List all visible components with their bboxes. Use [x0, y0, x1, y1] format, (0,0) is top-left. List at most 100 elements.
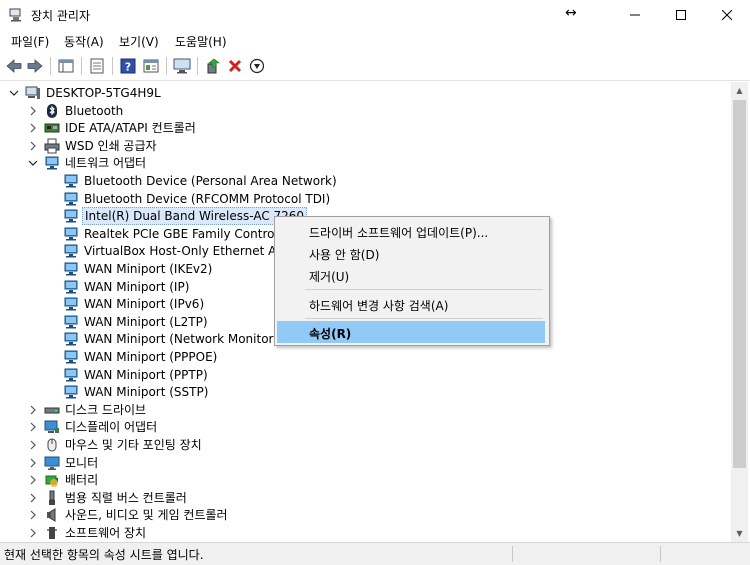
- uninstall-icon: [228, 59, 242, 73]
- help-icon: ?: [120, 58, 136, 74]
- tree-item-label: WSD 인쇄 공급자: [65, 138, 157, 153]
- network-adapter-icon: [63, 349, 79, 365]
- properties-pane-button[interactable]: [57, 57, 75, 75]
- update-driver-button[interactable]: [204, 57, 222, 75]
- details-button[interactable]: [142, 57, 160, 75]
- tree-category[interactable]: 범용 직렬 버스 컨트롤러: [1, 489, 729, 507]
- uninstall-button[interactable]: [226, 57, 244, 75]
- menu-view[interactable]: 보기(V): [119, 33, 159, 50]
- device-manager-icon: [9, 8, 21, 22]
- ctx-disable[interactable]: 사용 안 함(D): [277, 242, 545, 264]
- chevron-right-icon[interactable]: [28, 404, 38, 415]
- speaker-icon: [44, 507, 60, 523]
- tree-item-label: WAN Miniport (L2TP): [84, 314, 208, 329]
- tree-category[interactable]: 디스크 드라이브: [1, 401, 729, 419]
- tree-category[interactable]: 소프트웨어 장치: [1, 524, 729, 542]
- scroll-thumb[interactable]: [733, 100, 746, 468]
- help-button[interactable]: ?: [119, 57, 137, 75]
- close-icon: [722, 10, 732, 20]
- title-bar[interactable]: 장치 관리자 ↔: [0, 0, 750, 30]
- tree-category[interactable]: 모니터: [1, 454, 729, 472]
- chevron-right-icon[interactable]: [28, 527, 38, 538]
- back-icon: [6, 59, 22, 73]
- network-adapter-icon: [63, 314, 79, 330]
- context-menu: 드라이버 소프트웨어 업데이트(P)... 사용 안 함(D) 제거(U) 하드…: [274, 216, 550, 346]
- resize-icon: ↔: [565, 5, 577, 21]
- tree-item-label: WAN Miniport (Network Monitor): [84, 332, 279, 347]
- menu-file[interactable]: 파일(F): [11, 33, 49, 50]
- network-adapter-icon: [63, 173, 79, 189]
- tree-item-label: WAN Miniport (PPTP): [84, 367, 208, 382]
- ctx-uninstall[interactable]: 제거(U): [277, 264, 545, 286]
- chevron-right-icon[interactable]: [28, 509, 38, 520]
- scroll-down-icon[interactable]: ▼: [731, 525, 748, 542]
- tree-item-label: VirtualBox Host-Only Ethernet Adap: [84, 244, 299, 259]
- properties-pane-icon: [58, 59, 74, 73]
- minimize-icon: [630, 14, 640, 16]
- tree-item-label: 네트워크 어댑터: [65, 156, 147, 171]
- scroll-up-icon[interactable]: ▲: [731, 82, 748, 99]
- chevron-right-icon[interactable]: [28, 474, 38, 485]
- network-adapter-icon: [63, 331, 79, 347]
- tree-item-label: WAN Miniport (SSTP): [84, 385, 209, 400]
- network-adapter-item[interactable]: WAN Miniport (PPPOE): [1, 348, 729, 366]
- network-adapter-item[interactable]: WAN Miniport (PPTP): [1, 366, 729, 384]
- printer-icon: [44, 138, 60, 154]
- chevron-right-icon[interactable]: [28, 439, 38, 450]
- tree-item-label: WAN Miniport (PPPOE): [84, 350, 218, 364]
- back-button[interactable]: [5, 57, 23, 75]
- maximize-button[interactable]: [658, 0, 704, 30]
- chevron-right-icon[interactable]: [28, 122, 38, 133]
- tree-item-label: 마우스 및 기타 포인팅 장치: [65, 438, 202, 452]
- ide-controller-icon: [44, 120, 60, 136]
- minimize-button[interactable]: [612, 0, 658, 30]
- forward-icon: [27, 59, 43, 73]
- chevron-right-icon[interactable]: [28, 105, 38, 116]
- disable-button[interactable]: [248, 57, 266, 75]
- vertical-scrollbar[interactable]: ▲ ▼: [731, 82, 748, 542]
- tree-category[interactable]: Bluetooth: [1, 102, 729, 120]
- forward-button[interactable]: [26, 57, 44, 75]
- tree-category[interactable]: 디스플레이 어댑터: [1, 418, 729, 436]
- tree-category[interactable]: 사운드, 비디오 및 게임 컨트롤러: [1, 506, 729, 524]
- tree-category[interactable]: WSD 인쇄 공급자: [1, 137, 729, 155]
- list-button[interactable]: [88, 57, 106, 75]
- chevron-right-icon[interactable]: [28, 140, 38, 151]
- update-driver-icon: [207, 58, 220, 74]
- tree-category[interactable]: 배터리: [1, 471, 729, 489]
- details-icon: [143, 59, 159, 73]
- network-adapter-item[interactable]: Bluetooth Device (Personal Area Network): [1, 172, 729, 190]
- status-text: 현재 선택한 항목의 속성 시트를 엽니다.: [4, 548, 204, 562]
- network-adapter-item[interactable]: Bluetooth Device (RFCOMM Protocol TDI): [1, 190, 729, 208]
- tree-item-label: WAN Miniport (IPv6): [84, 297, 205, 312]
- network-adapter-icon: [63, 208, 79, 224]
- mouse-icon: [44, 437, 60, 453]
- scan-monitor-icon: [173, 58, 191, 74]
- network-adapter-icon: [63, 296, 79, 312]
- list-icon: [90, 58, 104, 74]
- tree-item-label: Realtek PCIe GBE Family Controller: [84, 226, 294, 241]
- tree-item-label: WAN Miniport (IKEv2): [84, 262, 213, 276]
- scan-hardware-button[interactable]: [173, 57, 191, 75]
- display-adapter-icon: [44, 419, 60, 435]
- tree-category[interactable]: IDE ATA/ATAPI 컨트롤러: [1, 119, 729, 137]
- close-button[interactable]: [704, 0, 750, 30]
- tree-category-network[interactable]: 네트워크 어댑터: [1, 154, 729, 172]
- network-adapter-item[interactable]: WAN Miniport (SSTP): [1, 383, 729, 401]
- ctx-scan-hardware[interactable]: 하드웨어 변경 사항 검색(A): [277, 293, 545, 315]
- chevron-down-icon[interactable]: [28, 157, 38, 167]
- chevron-right-icon[interactable]: [28, 492, 38, 503]
- toolbar: ?: [0, 52, 750, 81]
- chevron-right-icon[interactable]: [28, 457, 38, 468]
- tree-root[interactable]: DESKTOP-5TG4H9L: [1, 84, 729, 102]
- network-adapter-icon: [63, 261, 79, 277]
- tree-category[interactable]: 마우스 및 기타 포인팅 장치: [1, 436, 729, 454]
- ctx-properties[interactable]: 속성(R): [277, 321, 545, 343]
- chevron-down-icon[interactable]: [9, 87, 19, 97]
- tree-item-label: DESKTOP-5TG4H9L: [46, 86, 161, 100]
- ctx-update-driver[interactable]: 드라이버 소프트웨어 업데이트(P)...: [277, 220, 545, 242]
- menu-action[interactable]: 동작(A): [64, 33, 104, 50]
- menu-help[interactable]: 도움말(H): [175, 33, 227, 50]
- battery-icon: [44, 472, 60, 488]
- chevron-right-icon[interactable]: [28, 421, 38, 432]
